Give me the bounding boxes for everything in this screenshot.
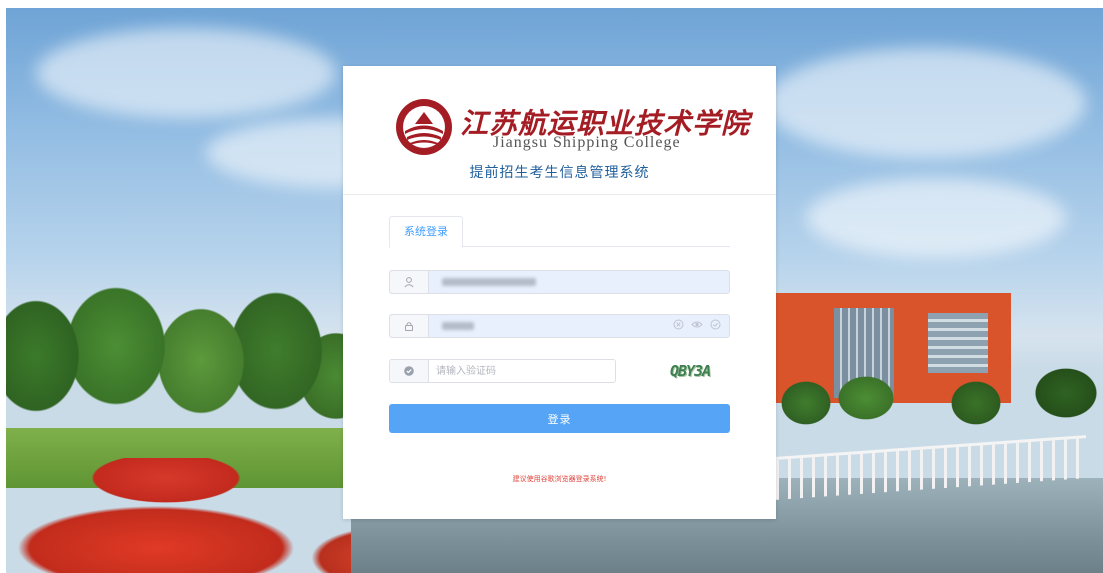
- captcha-field: [389, 359, 616, 383]
- logo-header: 江苏航运职业技术学院 Jiangsu Shipping College 提前招生…: [343, 66, 776, 195]
- trees-right: [776, 363, 1103, 433]
- password-actions: [673, 319, 721, 335]
- password-value-obscured: [442, 322, 474, 330]
- browser-tip: 建议使用谷歌浏览器登录系统!: [512, 475, 607, 483]
- college-name-en: Jiangsu Shipping College: [493, 134, 681, 151]
- username-value-obscured: [442, 278, 536, 286]
- username-field[interactable]: [389, 270, 730, 294]
- college-emblem-icon: [395, 98, 453, 156]
- password-field[interactable]: [389, 314, 730, 338]
- system-title: 提前招生考生信息管理系统: [469, 165, 650, 181]
- captcha-input[interactable]: [436, 363, 606, 379]
- cloud: [766, 48, 1086, 158]
- clear-icon[interactable]: [673, 319, 684, 335]
- eye-icon[interactable]: [691, 319, 703, 335]
- login-card: 江苏航运职业技术学院 Jiangsu Shipping College 提前招生…: [343, 66, 776, 519]
- cloud: [36, 28, 336, 118]
- login-button[interactable]: 登录: [389, 404, 730, 433]
- shield-check-icon: [390, 360, 429, 382]
- check-circle-icon: [710, 319, 721, 335]
- captcha-image[interactable]: QBY3A: [670, 359, 732, 383]
- user-icon: [390, 271, 429, 293]
- cloud: [806, 178, 1066, 258]
- login-tabs: 系统登录: [389, 216, 730, 248]
- lock-icon: [390, 315, 429, 337]
- login-page: 江苏航运职业技术学院 Jiangsu Shipping College 提前招生…: [0, 0, 1103, 573]
- tab-system-login[interactable]: 系统登录: [389, 216, 463, 248]
